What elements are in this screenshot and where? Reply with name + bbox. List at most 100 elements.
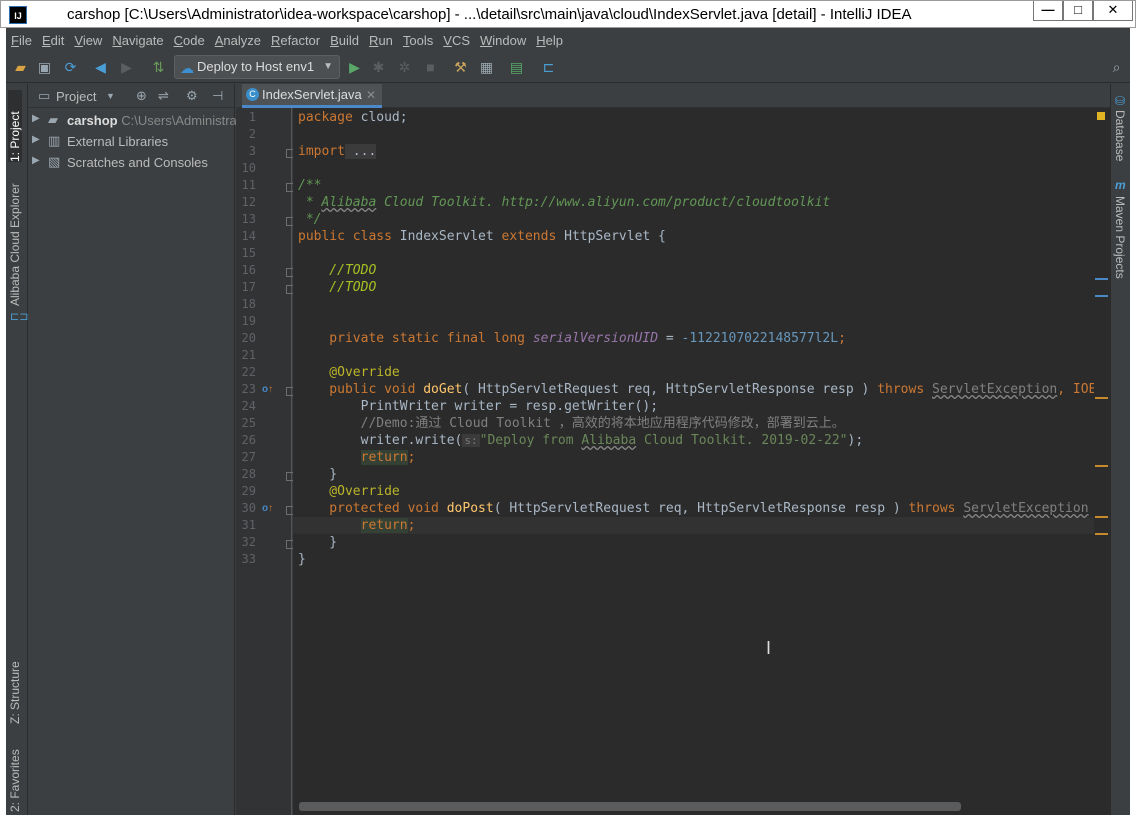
save-icon[interactable]: ▣ — [36, 59, 53, 76]
line-number: 2 — [248, 127, 256, 141]
tree-item-scratches[interactable]: ▶ ▧ Scratches and Consoles — [28, 153, 235, 173]
code-line-27: return; — [360, 450, 416, 465]
menu-file[interactable]: File — [6, 33, 37, 48]
line-number: 22 — [241, 365, 256, 379]
minimize-button[interactable]: — — [1033, 1, 1063, 21]
back-icon[interactable]: ◀ — [92, 59, 109, 76]
right-tool-stripe: ⛁ Database m Maven Projects — [1110, 84, 1130, 815]
code-editor[interactable]: package cloud; import ... /** * Alibaba … — [293, 108, 1108, 815]
database-tool-button[interactable]: Database — [1113, 110, 1127, 161]
collapse-all-icon[interactable]: ⇌ — [158, 88, 169, 104]
maven-projects-tool-button[interactable]: Maven Projects — [1113, 196, 1127, 279]
expand-arrow-icon[interactable]: ▶ — [32, 155, 40, 166]
cloud-explorer-tool-button[interactable]: Alibaba Cloud Explorer — [8, 182, 22, 306]
project-panel: ▭ Project ▼ ⊕ ⇌ ⚙ ⊣ ▶ ▰ carshop C:\Users… — [28, 84, 237, 815]
todo-marker[interactable] — [1095, 278, 1108, 280]
gear-icon[interactable]: ⚙ — [186, 88, 198, 104]
title-bar: IJ carshop [C:\Users\Administrator\idea-… — [0, 0, 1136, 28]
close-window-button[interactable]: ✕ — [1093, 1, 1133, 21]
sdk-icon[interactable]: ▦ — [478, 59, 495, 76]
run-configuration-label: Deploy to Host env1 — [197, 59, 315, 74]
structure-tool-button[interactable]: Z: Structure — [8, 646, 22, 724]
project-panel-header: ▭ Project ▼ ⊕ ⇌ ⚙ ⊣ — [28, 84, 234, 108]
main-toolbar: ▰ ▣ ⟳ ◀ ▶ ⇅ ☁ Deploy to Host env1 ▼ ▶ ✱ … — [6, 52, 1130, 83]
code-line-25: //Demo:通过 Cloud Toolkit ，高效的将本地应用程序代码修改，… — [298, 416, 845, 431]
inspection-status-icon[interactable] — [1097, 112, 1105, 120]
line-number: 31 — [241, 518, 256, 532]
maven-icon: m — [1115, 178, 1126, 192]
marker-strip[interactable] — [1094, 108, 1110, 815]
favorites-tool-button[interactable]: 2: Favorites — [8, 746, 22, 812]
hide-panel-icon[interactable]: ⊣ — [212, 88, 223, 104]
override-gutter-icon[interactable]: o↑ — [262, 503, 273, 514]
menu-view[interactable]: View — [69, 33, 107, 48]
editor-gutter: 1 2 3 10 11 12 13 14 15 16 17 18 19 20 2… — [236, 108, 295, 815]
line-number: 3 — [248, 144, 256, 158]
forward-icon[interactable]: ▶ — [118, 59, 135, 76]
warning-marker[interactable] — [1095, 516, 1108, 518]
project-path: C:\Users\Administra — [121, 113, 237, 128]
line-number: 27 — [241, 450, 256, 464]
tree-item-label: Scratches and Consoles — [67, 155, 208, 170]
menu-window[interactable]: Window — [475, 33, 531, 48]
code-line-14: public class IndexServlet extends HttpSe… — [298, 229, 666, 244]
menu-vcs[interactable]: VCS — [438, 33, 475, 48]
scroll-from-source-icon[interactable]: ⊕ — [136, 88, 147, 104]
search-icon[interactable]: ⌕ — [1108, 59, 1125, 76]
tree-item-external-libraries[interactable]: ▶ ▥ External Libraries — [28, 132, 235, 152]
maximize-button[interactable]: □ — [1063, 1, 1093, 21]
warning-marker[interactable] — [1095, 465, 1108, 467]
module-folder-icon: ▰ — [48, 112, 58, 127]
menu-tools[interactable]: Tools — [398, 33, 438, 48]
line-number: 19 — [241, 314, 256, 328]
stop-icon[interactable]: ■ — [422, 59, 439, 76]
run-icon[interactable]: ▶ — [346, 59, 363, 76]
tab-indexservlet[interactable]: C IndexServlet.java ✕ — [242, 84, 382, 108]
tree-item-label: External Libraries — [67, 134, 169, 149]
line-number: 18 — [241, 297, 256, 311]
menu-refactor[interactable]: Refactor — [266, 33, 325, 48]
window-frame-right — [1130, 28, 1136, 815]
run-configuration-dropdown[interactable]: ☁ Deploy to Host env1 ▼ — [174, 55, 340, 79]
project-view-selector[interactable]: Project — [56, 89, 96, 104]
cloud-explorer-icon: ⊏⊐ — [10, 311, 29, 323]
code-line-22: @Override — [298, 365, 400, 380]
todo-marker[interactable] — [1095, 295, 1108, 297]
cloud-icon: ☁ — [180, 60, 194, 76]
code-line-31: return; — [360, 518, 416, 533]
menu-bar: File Edit View Navigate Code Analyze Ref… — [6, 28, 1130, 52]
menu-navigate[interactable]: Navigate — [107, 33, 168, 48]
tree-item-carshop[interactable]: ▶ ▰ carshop C:\Users\Administra — [28, 111, 237, 131]
code-line-26: writer.write(s: "Deploy from Alibaba Clou… — [298, 433, 864, 448]
warning-marker[interactable] — [1095, 533, 1108, 535]
chevron-down-icon[interactable]: ▼ — [106, 91, 115, 101]
close-icon[interactable]: ✕ — [366, 84, 376, 106]
menu-edit[interactable]: Edit — [37, 33, 69, 48]
debug-icon[interactable]: ✱ — [370, 59, 387, 76]
expand-arrow-icon[interactable]: ▶ — [32, 113, 40, 124]
tab-label: IndexServlet.java — [262, 87, 362, 102]
cloud-explorer-icon[interactable]: ⊏ — [540, 59, 557, 76]
menu-analyze[interactable]: Analyze — [210, 33, 266, 48]
line-number: 16 — [241, 263, 256, 277]
override-gutter-icon[interactable]: o↑ — [262, 384, 273, 395]
expand-arrow-icon[interactable]: ▶ — [32, 134, 40, 145]
build-icon[interactable]: ⇅ — [150, 59, 167, 76]
open-icon[interactable]: ▰ — [12, 59, 29, 76]
menu-run[interactable]: Run — [364, 33, 398, 48]
coverage-icon[interactable]: ✲ — [396, 59, 413, 76]
code-line-13: */ — [298, 212, 322, 227]
project-name: carshop — [67, 113, 118, 128]
project-structure-icon[interactable]: ⚒ — [452, 59, 469, 76]
database-icon: ⛁ — [1115, 94, 1126, 108]
tasks-icon[interactable]: ▤ — [508, 59, 525, 76]
warning-marker[interactable] — [1095, 397, 1108, 399]
line-number: 15 — [241, 246, 256, 260]
menu-code[interactable]: Code — [169, 33, 210, 48]
menu-help[interactable]: Help — [531, 33, 568, 48]
code-line-24: PrintWriter writer = resp.getWriter(); — [298, 399, 659, 414]
sync-icon[interactable]: ⟳ — [62, 59, 79, 76]
horizontal-scrollbar[interactable] — [299, 802, 961, 811]
project-tool-button[interactable]: 1: Project — [8, 90, 22, 162]
menu-build[interactable]: Build — [325, 33, 364, 48]
